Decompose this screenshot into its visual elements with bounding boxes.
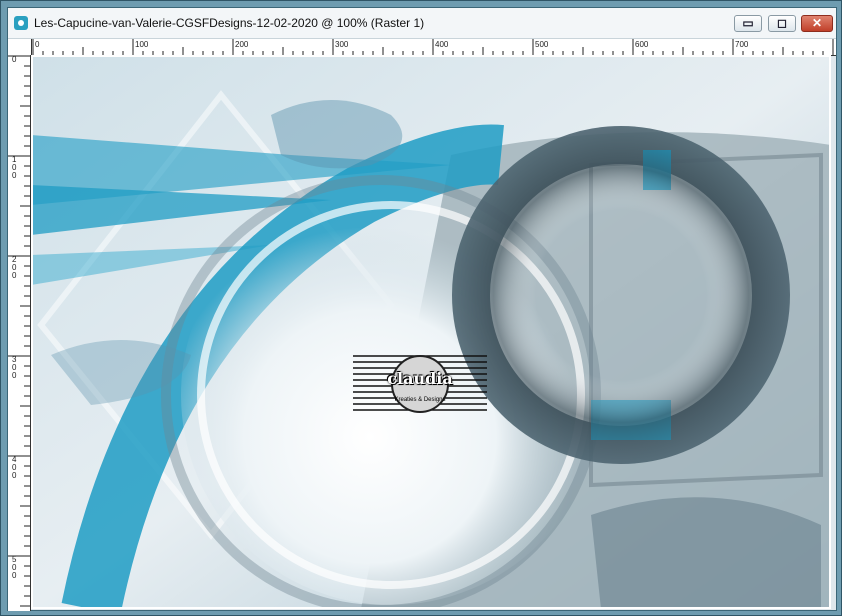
ruler-top-label: 400 xyxy=(435,40,449,49)
watermark-subtext: Kreaties & Designs xyxy=(394,397,446,403)
watermark-text: claudia xyxy=(387,369,453,388)
minimize-button[interactable]: ▭ xyxy=(734,15,762,32)
ruler-top-label: 700 xyxy=(735,40,749,49)
artwork xyxy=(31,55,831,609)
ruler-top-label: 100 xyxy=(135,40,149,49)
ruler-top-label: 600 xyxy=(635,40,649,49)
ruler-left-label: 200 xyxy=(12,255,17,280)
ruler-top-label: 500 xyxy=(535,40,549,49)
ruler-top-label: 300 xyxy=(335,40,349,49)
splash-bottom-right xyxy=(591,497,821,609)
ruler-left-ticks xyxy=(8,55,30,607)
maximize-icon: ◻ xyxy=(777,16,787,30)
watermark-logo: claudia Kreaties & Designs xyxy=(353,353,487,415)
ruler-left-label: 500 xyxy=(12,555,17,580)
close-icon: ✕ xyxy=(811,16,823,30)
minimize-icon: ▭ xyxy=(742,16,754,30)
ruler-corner xyxy=(8,39,32,56)
ring-shadow xyxy=(451,125,791,465)
document-window: Les-Capucine-van-Valerie-CGSFDesigns-12-… xyxy=(7,7,837,611)
close-button[interactable]: ✕ xyxy=(801,15,833,32)
image-canvas[interactable]: claudia Kreaties & Designs xyxy=(31,55,831,609)
maximize-button[interactable]: ◻ xyxy=(768,15,796,32)
ruler-left-label: 100 xyxy=(12,155,17,180)
ruler-left-label: 400 xyxy=(12,455,17,480)
ruler-top-label: 0 xyxy=(35,40,40,49)
window-title: Les-Capucine-van-Valerie-CGSFDesigns-12-… xyxy=(34,16,425,30)
document-window-frame: Les-Capucine-van-Valerie-CGSFDesigns-12-… xyxy=(0,0,842,616)
ruler-top[interactable] xyxy=(32,39,836,56)
ruler-left-label: 0 xyxy=(12,55,17,64)
ruler-top-label: 200 xyxy=(235,40,249,49)
ruler-left[interactable] xyxy=(8,55,31,611)
ruler-top-ticks xyxy=(32,39,834,55)
app-icon xyxy=(14,16,28,30)
ruler-left-label: 300 xyxy=(12,355,17,380)
title-bar[interactable]: Les-Capucine-van-Valerie-CGSFDesigns-12-… xyxy=(8,8,836,39)
